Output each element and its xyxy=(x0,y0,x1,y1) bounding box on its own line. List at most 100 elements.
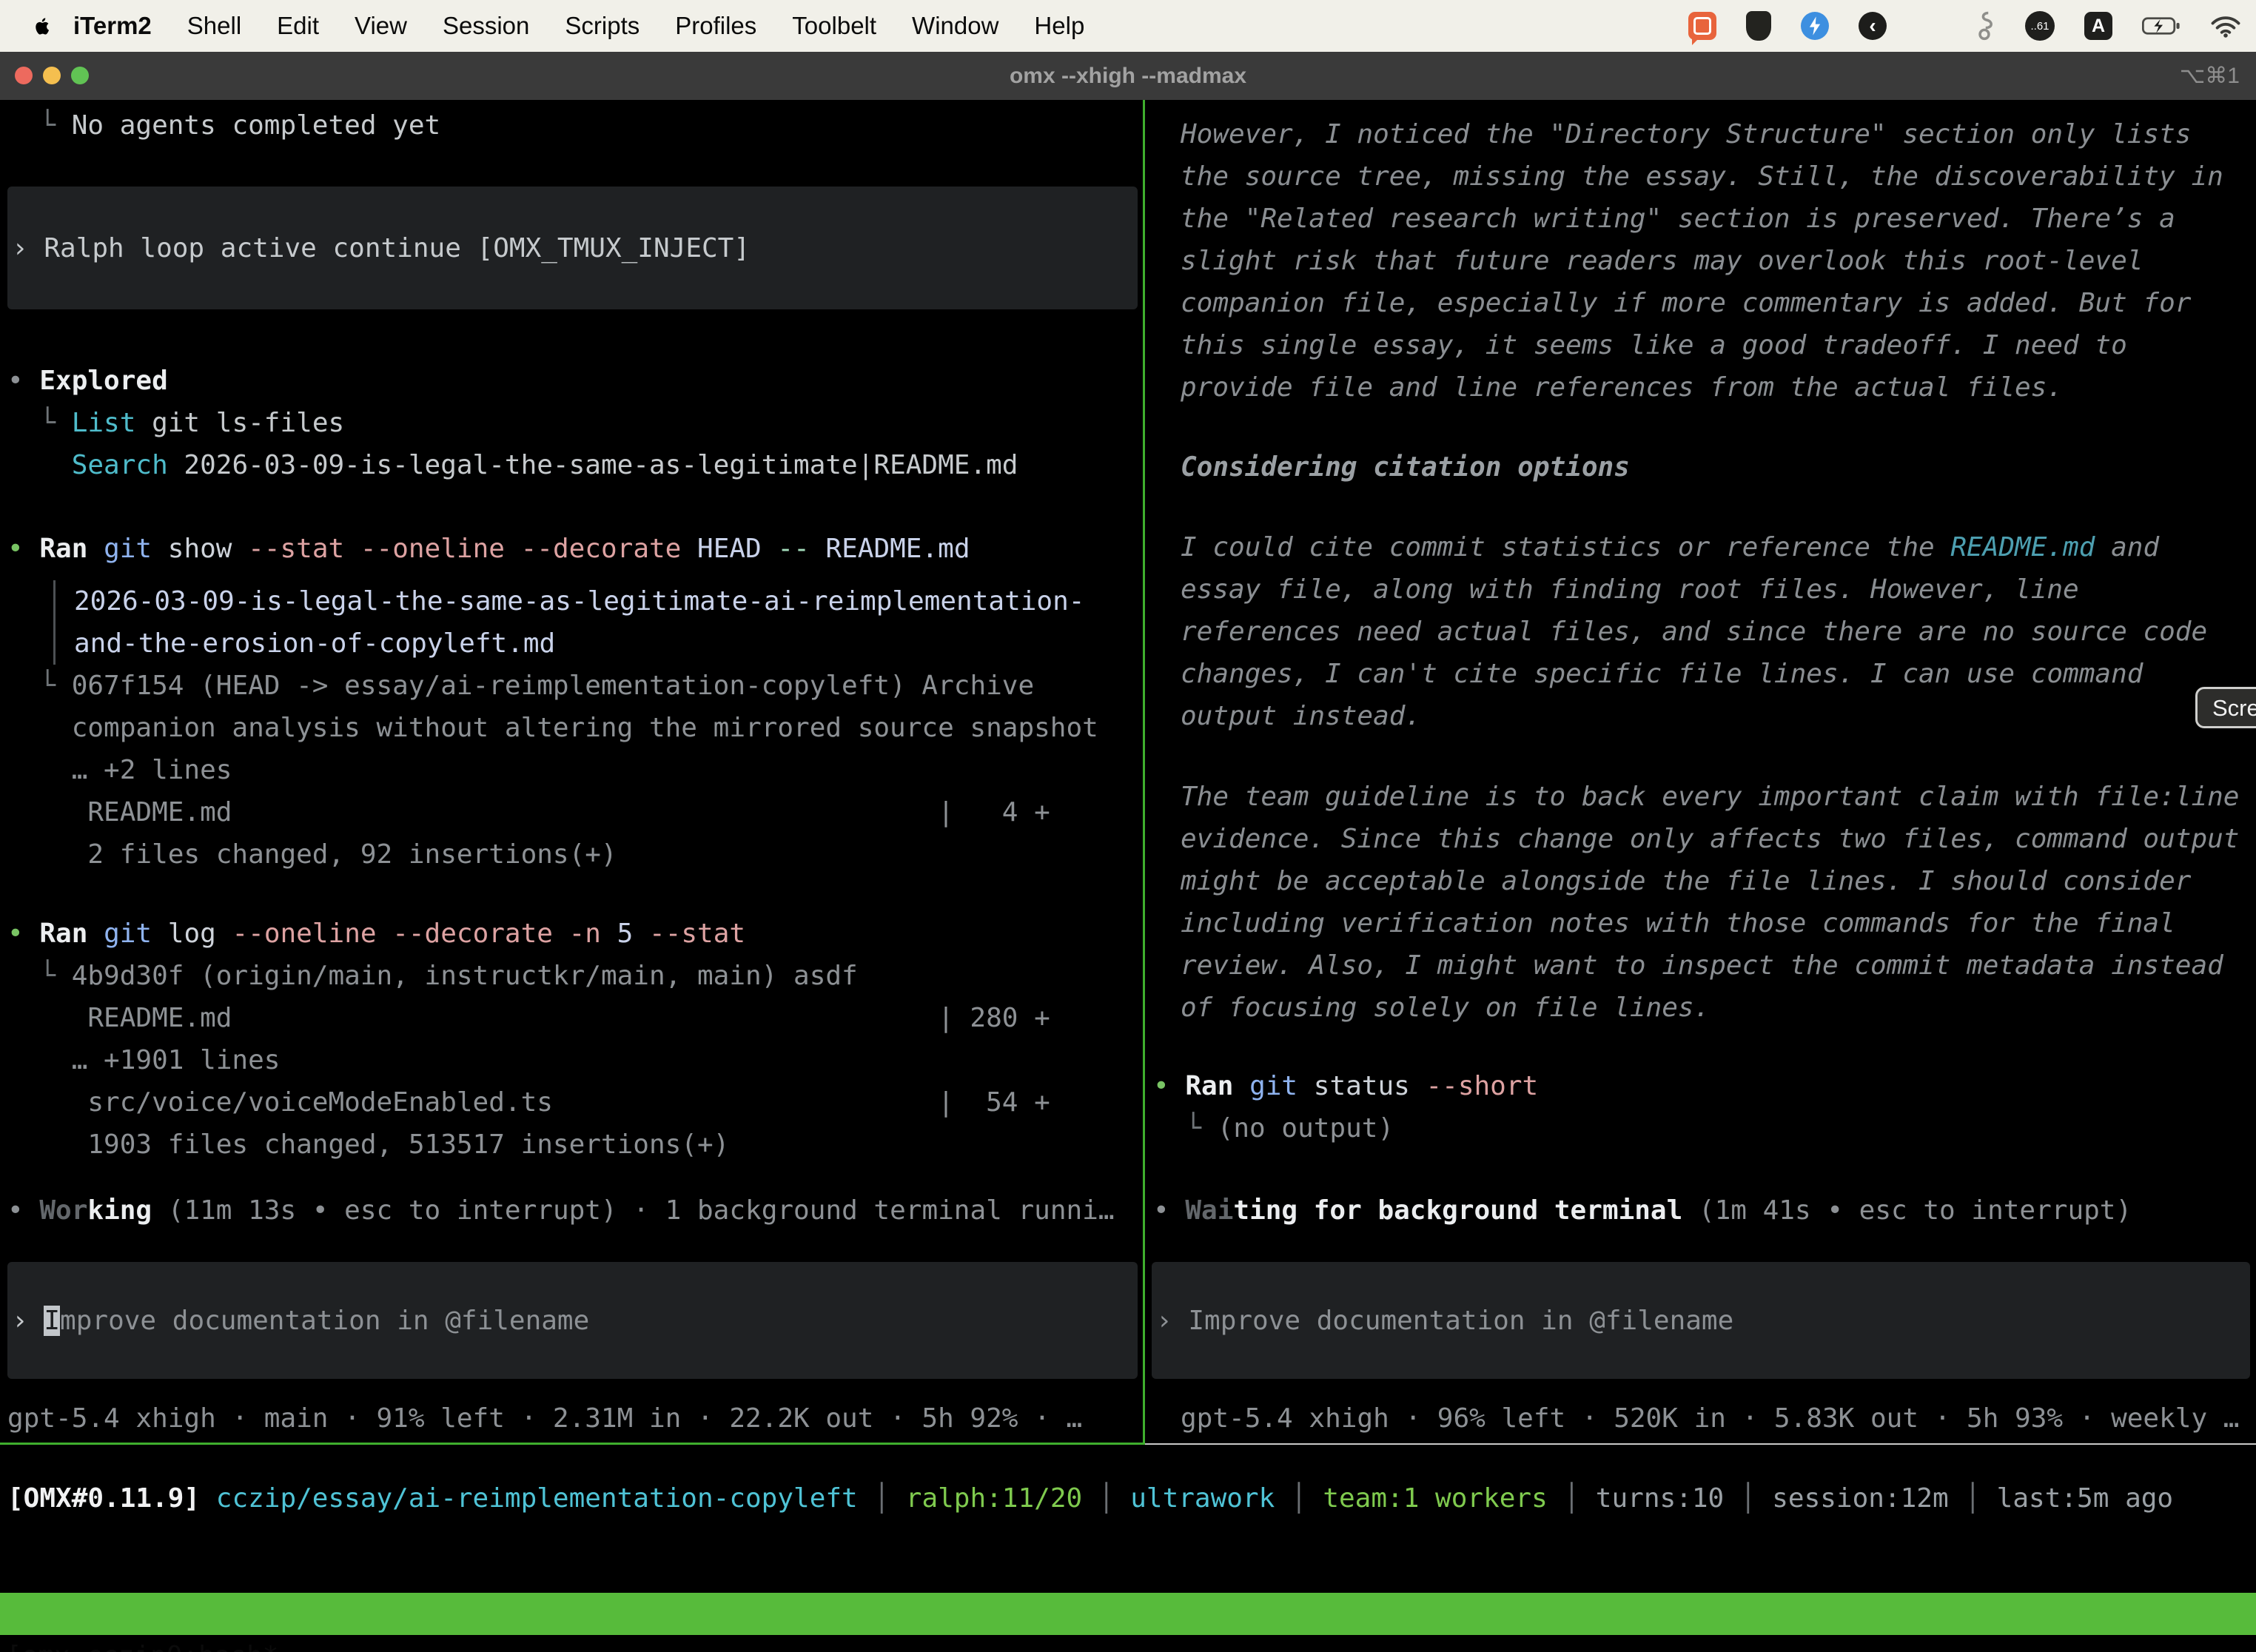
menu-item-toolbelt[interactable]: Toolbelt xyxy=(774,12,894,40)
token: Explored xyxy=(39,366,167,396)
token: (no output) xyxy=(1218,1113,1394,1144)
thinking-heading: Considering citation options xyxy=(1181,446,1630,488)
token: log xyxy=(152,919,216,949)
token: HEAD xyxy=(681,534,761,564)
token: including verification notes with those … xyxy=(1181,908,2175,939)
token: Ran xyxy=(1185,1071,1233,1101)
token: king xyxy=(87,1195,152,1226)
token: • xyxy=(7,366,39,396)
token: │ xyxy=(1082,1483,1130,1514)
dots-grid-icon[interactable] xyxy=(1916,13,1944,40)
token: However, I noticed the "Directory Struct… xyxy=(1181,119,2191,150)
token: cczip/essay/ai-reimplementation-copyleft xyxy=(200,1483,858,1514)
menu-item-shell[interactable]: Shell xyxy=(169,12,259,40)
waiting-status-line: • Waiting for background terminal (1m 41… xyxy=(1153,1189,2132,1232)
token: Ran xyxy=(39,534,87,564)
token: git xyxy=(1233,1071,1297,1101)
token: Ralph loop active continue [OMX_TMUX_INJ… xyxy=(44,233,750,263)
right-pane[interactable]: However, I noticed the "Directory Struct… xyxy=(1149,100,2256,1445)
menu-item-help[interactable]: Help xyxy=(1016,12,1102,40)
hook-icon[interactable] xyxy=(1973,10,1995,41)
menu-item-scripts[interactable]: Scripts xyxy=(547,12,657,40)
pane-divider[interactable] xyxy=(1143,100,1145,1445)
title-bar: omx --xhigh --madmax ⌥⌘1 xyxy=(0,52,2256,100)
token: turns:10 xyxy=(1596,1483,1724,1514)
token: 1903 files changed, 513517 insertions(+) xyxy=(7,1129,729,1160)
token: the source tree, missing the essay. Stil… xyxy=(1181,161,2223,192)
left-pane[interactable]: └ No agents completed yet › Ralph loop a… xyxy=(0,100,1143,1445)
token: │ xyxy=(1949,1483,1997,1514)
token: review. Also, I might want to inspect th… xyxy=(1181,950,2223,981)
thinking-line: changes, I can't cite specific file line… xyxy=(1181,653,2143,695)
token: └ xyxy=(7,961,72,991)
menu-item-session[interactable]: Session xyxy=(425,12,547,40)
token: README.md xyxy=(810,534,970,564)
menu-item-window[interactable]: Window xyxy=(894,12,1016,40)
circle-chevron-icon[interactable]: ‹ xyxy=(1859,12,1887,40)
token: and-the-erosion-of-copyleft.md xyxy=(74,628,555,659)
token: └ xyxy=(7,110,72,141)
left-pane-bottom-border xyxy=(0,1443,1143,1445)
token: this single essay, it seems like a good … xyxy=(1181,330,2127,360)
token: README.md | 4 + xyxy=(7,797,1050,827)
window-title: omx --xhigh --madmax xyxy=(0,52,2256,100)
thinking-line: references need actual files, and since … xyxy=(1181,611,2207,653)
token: references need actual files, and since … xyxy=(1181,617,2207,647)
token: │ xyxy=(1548,1483,1596,1514)
verified-badge-icon[interactable] xyxy=(1801,12,1829,40)
token: … +1901 lines xyxy=(7,1045,280,1075)
apple-menu-icon[interactable] xyxy=(31,15,51,38)
token: Wor xyxy=(39,1195,87,1226)
menu-item-edit[interactable]: Edit xyxy=(259,12,337,40)
token: src/voice/voiceModeEnabled.ts | 54 + xyxy=(7,1087,1050,1118)
terminal-line: └ 4b9d30f (origin/main, instructkr/main,… xyxy=(7,955,858,997)
token: status xyxy=(1297,1071,1410,1101)
thinking-line: companion file, especially if more comme… xyxy=(1181,282,2191,324)
token: show xyxy=(152,534,232,564)
thinking-line: provide file and line references from th… xyxy=(1181,366,2063,409)
menu-item-view[interactable]: View xyxy=(337,12,425,40)
token: essay file, along with finding root file… xyxy=(1181,574,2079,605)
screen-capture-tooltip[interactable]: Scre xyxy=(2195,687,2256,728)
token: mprove documentation in @filename xyxy=(60,1306,589,1336)
terminal-line: 2 files changed, 92 insertions(+) xyxy=(7,833,617,876)
token: │ xyxy=(1275,1483,1323,1514)
prompt-input[interactable]: › Improve documentation in @filename xyxy=(7,1262,1138,1379)
token: │ xyxy=(858,1483,906,1514)
token: -- xyxy=(762,534,810,564)
thinking-line: essay file, along with finding root file… xyxy=(1181,568,2079,611)
token: … +2 lines xyxy=(7,755,232,785)
token: the "Related research writing" section i… xyxy=(1181,204,2175,234)
token: of focusing solely on file lines. xyxy=(1181,993,1710,1023)
token: › xyxy=(12,233,44,263)
terminal-line: • Ran git status --short xyxy=(1153,1065,1538,1107)
terminal-line: • Explored xyxy=(7,360,168,402)
terminal-line: README.md | 280 + xyxy=(7,997,1050,1039)
token: (1m 41s • esc to interrupt) xyxy=(1682,1195,2132,1226)
thinking-line: the "Related research writing" section i… xyxy=(1181,198,2175,240)
battery-percent-badge-icon[interactable]: ..61 xyxy=(2025,11,2055,41)
terminal-line: └ 067f154 (HEAD -> essay/ai-reimplementa… xyxy=(7,665,1034,707)
token: ultrawork xyxy=(1130,1483,1275,1514)
wifi-icon[interactable] xyxy=(2210,14,2241,38)
menu-bar-status-icons: ‹ ..61 A xyxy=(1688,10,2256,41)
battery-icon[interactable] xyxy=(2142,16,2181,36)
token: I xyxy=(44,1306,60,1336)
token: and xyxy=(2095,532,2159,563)
token: 2026-03-09-is-legal-the-same-as-legitima… xyxy=(168,450,1018,480)
token: companion analysis without altering the … xyxy=(7,713,1098,743)
menu-item-iterm2[interactable]: iTerm2 xyxy=(51,12,169,40)
tmux-window-label[interactable]: [omx-cczip0:bash* xyxy=(6,1635,278,1652)
token: --short xyxy=(1410,1071,1538,1101)
token: companion file, especially if more comme… xyxy=(1181,288,2191,318)
thinking-line: the source tree, missing the essay. Stil… xyxy=(1181,155,2223,198)
prompt-input[interactable]: › Improve documentation in @filename xyxy=(1152,1262,2250,1379)
terminal-line: and-the-erosion-of-copyleft.md xyxy=(74,622,1084,665)
screenshot-app-icon[interactable] xyxy=(1688,12,1716,40)
shield-grid-icon[interactable] xyxy=(1746,11,1771,41)
token: last:5m ago xyxy=(1997,1483,2173,1514)
menu-item-profiles[interactable]: Profiles xyxy=(657,12,774,40)
letter-a-app-icon[interactable]: A xyxy=(2084,12,2112,40)
token: • xyxy=(1153,1195,1185,1226)
token: Wai xyxy=(1185,1195,1233,1226)
